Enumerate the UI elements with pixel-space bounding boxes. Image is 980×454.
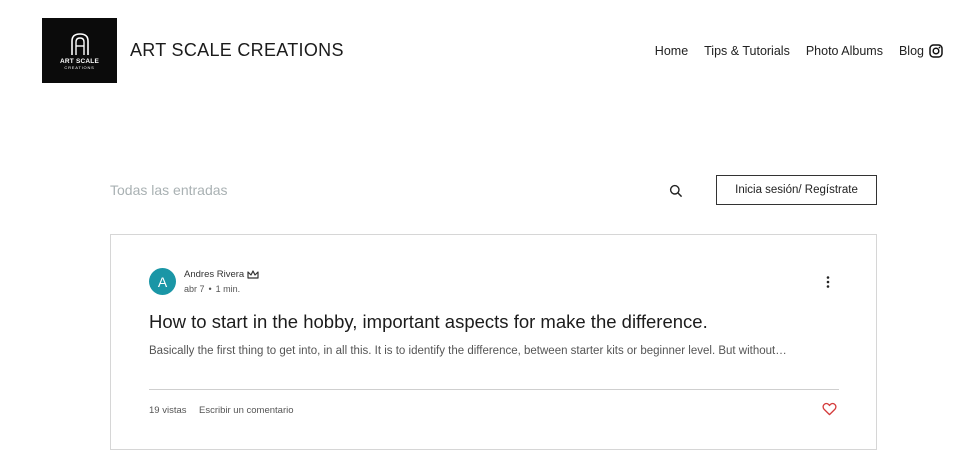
login-signup-button[interactable]: Inicia sesión/ Regístrate	[716, 175, 877, 205]
site-logo[interactable]: ART SCALE CREATIONS	[42, 18, 117, 83]
instagram-icon[interactable]	[929, 44, 943, 58]
post-card[interactable]: A Andres Rivera abr 7 • 1 min. How to star…	[110, 234, 877, 450]
crown-icon	[247, 270, 259, 279]
author-avatar[interactable]: A	[149, 268, 176, 295]
post-title[interactable]: How to start in the hobby, important asp…	[149, 311, 708, 333]
post-date: abr 7	[184, 284, 205, 294]
site-title[interactable]: ART SCALE CREATIONS	[130, 40, 344, 61]
author-name[interactable]: Andres Rivera	[184, 269, 244, 280]
view-count: 19 vistas	[149, 405, 187, 416]
post-excerpt[interactable]: Basically the first thing to get into, i…	[149, 345, 787, 357]
logo-emblem-icon	[70, 32, 89, 55]
nav-item-home[interactable]: Home	[655, 44, 688, 58]
read-time: 1 min.	[215, 284, 241, 294]
nav-item-tips-tutorials[interactable]: Tips & Tutorials	[704, 44, 790, 58]
heart-icon[interactable]	[822, 402, 837, 416]
more-options-icon[interactable]	[825, 275, 831, 289]
logo-text-line2: CREATIONS	[64, 64, 95, 70]
main-nav: Home Tips & Tutorials Photo Albums Blog	[655, 44, 924, 58]
search-icon[interactable]	[669, 184, 683, 198]
all-posts-filter[interactable]: Todas las entradas	[110, 182, 228, 198]
post-meta: abr 7 • 1 min.	[184, 284, 240, 294]
author-name-row: Andres Rivera	[184, 269, 259, 280]
write-comment-link[interactable]: Escribir un comentario	[199, 405, 294, 416]
meta-separator: •	[208, 284, 212, 294]
nav-item-photo-albums[interactable]: Photo Albums	[806, 44, 883, 58]
nav-item-blog[interactable]: Blog	[899, 44, 924, 58]
card-divider	[149, 389, 839, 390]
logo-text-line1: ART SCALE	[60, 57, 99, 65]
